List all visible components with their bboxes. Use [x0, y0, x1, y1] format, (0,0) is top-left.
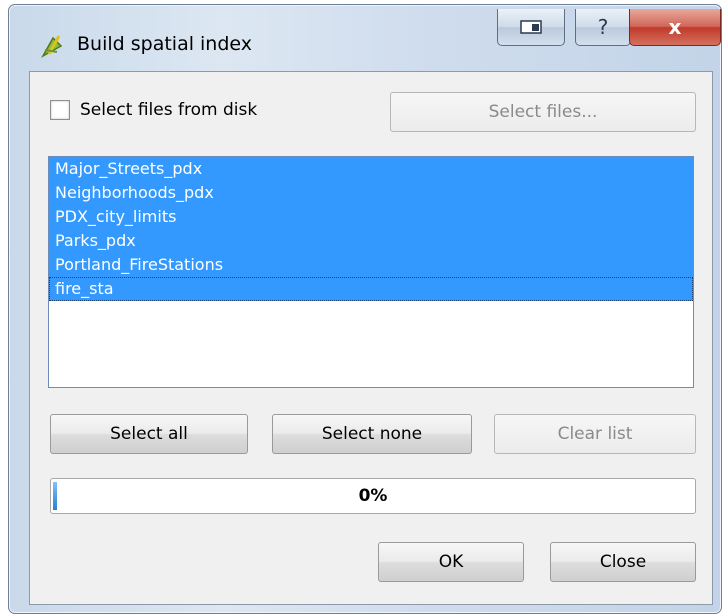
- list-item[interactable]: fire_sta: [49, 277, 693, 301]
- qgis-icon: [41, 35, 63, 58]
- select-none-button[interactable]: Select none: [272, 414, 472, 454]
- select-from-disk-checkbox[interactable]: [50, 100, 70, 120]
- help-icon: ?: [597, 15, 609, 39]
- restore-icon: [520, 20, 542, 34]
- dialog-window: Build spatial index ? x Select files fro…: [8, 4, 722, 614]
- list-item[interactable]: Neighborhoods_pdx: [49, 181, 693, 205]
- layer-list[interactable]: Major_Streets_pdx Neighborhoods_pdx PDX_…: [48, 156, 694, 388]
- window-title: Build spatial index: [77, 33, 253, 55]
- clear-list-button[interactable]: Clear list: [494, 414, 696, 454]
- list-item[interactable]: PDX_city_limits: [49, 205, 693, 229]
- select-from-disk-label[interactable]: Select files from disk: [80, 100, 257, 120]
- help-button[interactable]: ?: [575, 9, 631, 46]
- list-item[interactable]: Parks_pdx: [49, 229, 693, 253]
- progress-text: 0%: [358, 486, 388, 506]
- close-icon: x: [668, 15, 682, 39]
- list-item[interactable]: Major_Streets_pdx: [49, 157, 693, 181]
- dialog-content: Select files from disk Select files... M…: [29, 71, 713, 605]
- select-from-disk-row[interactable]: Select files from disk: [50, 100, 257, 120]
- ok-button[interactable]: OK: [378, 542, 524, 582]
- select-all-button[interactable]: Select all: [50, 414, 248, 454]
- list-item[interactable]: Portland_FireStations: [49, 253, 693, 277]
- restore-button[interactable]: [497, 9, 565, 46]
- select-files-button[interactable]: Select files...: [390, 92, 696, 132]
- close-button[interactable]: Close: [550, 542, 696, 582]
- progress-bar: 0%: [50, 478, 696, 514]
- close-window-button[interactable]: x: [629, 9, 721, 46]
